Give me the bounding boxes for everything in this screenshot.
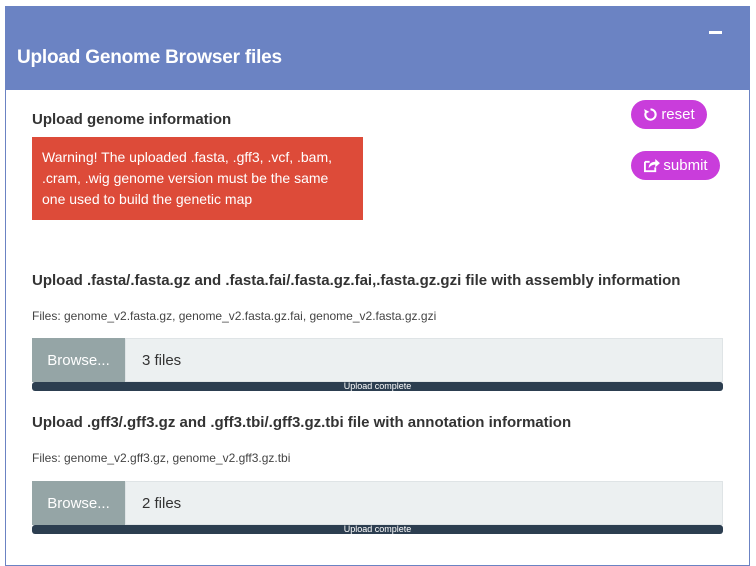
fasta-browse-button[interactable]: Browse... bbox=[32, 338, 125, 382]
minus-icon[interactable] bbox=[709, 31, 722, 34]
gff3-upload-heading: Upload .gff3/.gff3.gz and .gff3.tbi/.gff… bbox=[32, 414, 572, 431]
fasta-files-note: Files: genome_v2.fasta.gz, genome_v2.fas… bbox=[32, 309, 437, 323]
upload-genome-browser-panel: Upload Genome Browser files Upload genom… bbox=[5, 6, 750, 566]
genome-info-heading: Upload genome information bbox=[32, 111, 232, 128]
submit-button[interactable]: submit bbox=[631, 151, 720, 180]
submit-label: submit bbox=[663, 157, 708, 174]
fasta-upload-progress: Upload complete bbox=[32, 382, 723, 391]
fasta-file-input[interactable]: Browse... 3 files bbox=[32, 338, 723, 382]
fasta-file-field[interactable]: 3 files bbox=[125, 338, 723, 382]
fasta-upload-heading: Upload .fasta/.fasta.gz and .fasta.fai/.… bbox=[32, 272, 681, 289]
refresh-icon bbox=[644, 108, 657, 121]
gff3-file-field[interactable]: 2 files bbox=[125, 481, 723, 525]
gff3-upload-progress: Upload complete bbox=[32, 525, 723, 534]
reset-label: reset bbox=[661, 106, 695, 123]
gff3-file-input[interactable]: Browse... 2 files bbox=[32, 481, 723, 525]
gff3-files-note: Files: genome_v2.gff3.gz, genome_v2.gff3… bbox=[32, 451, 291, 465]
panel-header: Upload Genome Browser files bbox=[6, 7, 749, 90]
panel-title: Upload Genome Browser files bbox=[17, 47, 282, 68]
share-icon bbox=[644, 158, 661, 173]
gff3-browse-button[interactable]: Browse... bbox=[32, 481, 125, 525]
reset-button[interactable]: reset bbox=[631, 100, 707, 129]
warning-alert: Warning! The uploaded .fasta, .gff3, .vc… bbox=[32, 137, 363, 220]
